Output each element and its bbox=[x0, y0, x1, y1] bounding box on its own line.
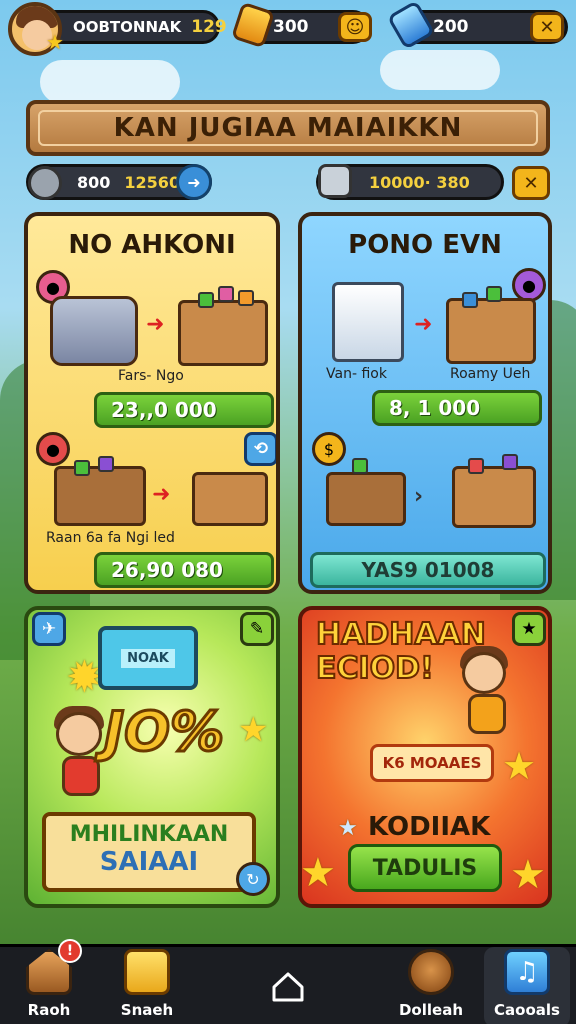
tablet-screen: NOAK bbox=[98, 626, 198, 690]
arrow-right-icon: ➜ bbox=[146, 312, 165, 337]
green-block bbox=[352, 458, 368, 474]
music-note-icon: ♫ bbox=[504, 949, 550, 995]
silver-coin-icon bbox=[28, 166, 62, 200]
crate-item[interactable] bbox=[192, 472, 268, 526]
home-outline-icon bbox=[272, 972, 304, 1002]
title-banner: KAN JUGIAA MAIAIKKN bbox=[26, 100, 550, 156]
cash-stack-icon bbox=[318, 164, 352, 198]
item-label: Fars- Ngo bbox=[118, 368, 184, 384]
crate-green-item[interactable] bbox=[326, 472, 406, 526]
arrow-right-icon: › bbox=[414, 484, 424, 509]
refresh-icon[interactable]: ↻ bbox=[236, 862, 270, 896]
notification-badge: ! bbox=[58, 939, 82, 963]
item-label: Van- fiok bbox=[326, 366, 387, 382]
arrow-right-icon: ➜ bbox=[152, 482, 171, 507]
star-icon: ★ bbox=[338, 816, 358, 841]
blue-tag-icon[interactable]: ⟲ bbox=[244, 432, 276, 466]
gem-add-button[interactable]: ✕ bbox=[530, 12, 564, 42]
item-label: Raan 6a fa Ngi led bbox=[46, 530, 175, 546]
nav-label: Raoh bbox=[27, 1001, 71, 1019]
orange-block bbox=[238, 290, 254, 306]
bonus-button[interactable]: K6 MOAAES bbox=[370, 744, 494, 782]
machine-item[interactable] bbox=[50, 296, 138, 366]
star-icon: ★ bbox=[46, 30, 64, 54]
screen-text: NOAK bbox=[121, 648, 175, 668]
purple-token-icon[interactable]: ● bbox=[512, 268, 546, 302]
cheese-icon bbox=[124, 949, 170, 995]
star-icon: ★ bbox=[238, 710, 269, 750]
resource-action-button[interactable]: ➜ bbox=[176, 164, 212, 200]
panel-title: PONO EVN bbox=[348, 230, 502, 260]
price-value: YAS9 01008 bbox=[361, 558, 495, 582]
background-cloud bbox=[40, 60, 180, 104]
promo-action-label: TADULIS bbox=[372, 855, 478, 881]
buy-button[interactable]: 26,90 080 bbox=[94, 552, 274, 588]
star-icon: ★ bbox=[502, 744, 537, 788]
item-label: Roamy Ueh bbox=[450, 366, 531, 382]
red-block bbox=[468, 458, 484, 474]
buy-button[interactable]: 23,,0 000 bbox=[94, 392, 274, 428]
price-value: 8, 1 000 bbox=[389, 396, 481, 420]
resource-close-button[interactable]: ✕ bbox=[512, 166, 550, 200]
player-level: 129 bbox=[191, 17, 227, 37]
red-token-icon[interactable]: ● bbox=[36, 432, 70, 466]
nav-item-pets[interactable]: Dolleah bbox=[388, 947, 474, 1024]
shop-panel-left: NO AHKONI ● ➜ Fars- Ngo 23,,0 000 ● ⟲ ➜ … bbox=[24, 212, 280, 594]
background-cloud bbox=[380, 50, 500, 90]
home-button[interactable] bbox=[270, 969, 306, 1005]
kid-body bbox=[62, 756, 100, 796]
promo-line-2: SAIAAI bbox=[99, 847, 199, 877]
price-value: 26,90 080 bbox=[111, 558, 223, 582]
building-item[interactable] bbox=[332, 282, 404, 362]
kid-head bbox=[56, 712, 102, 756]
blue-block bbox=[462, 292, 478, 308]
nav-item-music[interactable]: ♫ Caooals bbox=[484, 947, 570, 1024]
kid-body bbox=[468, 694, 506, 734]
green-block bbox=[74, 460, 90, 476]
green-block bbox=[486, 286, 502, 302]
resource-text-2: 12560 bbox=[124, 172, 181, 192]
dog-icon bbox=[408, 949, 454, 995]
panel-title: NO AHKONI bbox=[68, 230, 236, 260]
crate-item[interactable] bbox=[178, 300, 268, 366]
discount-percent: JO% bbox=[102, 699, 225, 765]
nav-label: Caooals bbox=[494, 1001, 560, 1019]
kid-head bbox=[462, 652, 506, 694]
arrow-right-icon: ➜ bbox=[414, 312, 433, 337]
gold-add-button[interactable]: ☺ bbox=[338, 12, 372, 42]
promo-title-line-1: HADHAAN bbox=[315, 617, 487, 653]
gold-coin-icon[interactable]: $ bbox=[312, 432, 346, 466]
promo-action-button[interactable]: TADULIS bbox=[348, 844, 502, 892]
promo-line-1: MHILINKAAN bbox=[69, 822, 229, 847]
banner-title: KAN JUGIAA MAIAIKKN bbox=[113, 113, 463, 143]
nav-item-shop[interactable]: Snaeh bbox=[104, 947, 190, 1024]
pink-block bbox=[218, 286, 234, 302]
bottom-nav: Raoh ! Snaeh Dolleah ♫ Caooals bbox=[0, 939, 576, 1024]
nav-label: Dolleah bbox=[398, 1001, 463, 1019]
promo-subtitle: KODIIAK bbox=[368, 812, 491, 842]
star-badge-icon[interactable]: ★ bbox=[512, 612, 546, 646]
crate-item[interactable] bbox=[446, 298, 536, 364]
star-icon: ★ bbox=[300, 850, 336, 896]
buy-button[interactable]: 8, 1 000 bbox=[372, 390, 542, 426]
bonus-button-label: K6 MOAAES bbox=[382, 754, 482, 772]
price-value: 23,,0 000 bbox=[111, 398, 217, 422]
purple-block bbox=[502, 454, 518, 470]
crate-item[interactable] bbox=[452, 466, 536, 528]
badge-text: ! bbox=[66, 943, 74, 959]
nav-label: Snaeh bbox=[120, 1001, 174, 1019]
top-bar: OOBTONNAK 129 ★ 300 ☺ 200 ✕ bbox=[0, 0, 576, 56]
pencil-icon[interactable]: ✎ bbox=[240, 612, 274, 646]
plane-icon[interactable]: ✈ bbox=[32, 612, 66, 646]
promo-scroll[interactable]: MHILINKAAN SAIAAI bbox=[42, 812, 256, 892]
star-icon: ★ bbox=[510, 852, 546, 898]
crate-green-item[interactable] bbox=[54, 466, 146, 526]
buy-button[interactable]: YAS9 01008 bbox=[310, 552, 546, 588]
purple-block bbox=[98, 456, 114, 472]
green-block bbox=[198, 292, 214, 308]
shop-panel-right: PONO EVN ● ➜ Van- fiok Roamy Ueh 8, 1 00… bbox=[298, 212, 552, 594]
